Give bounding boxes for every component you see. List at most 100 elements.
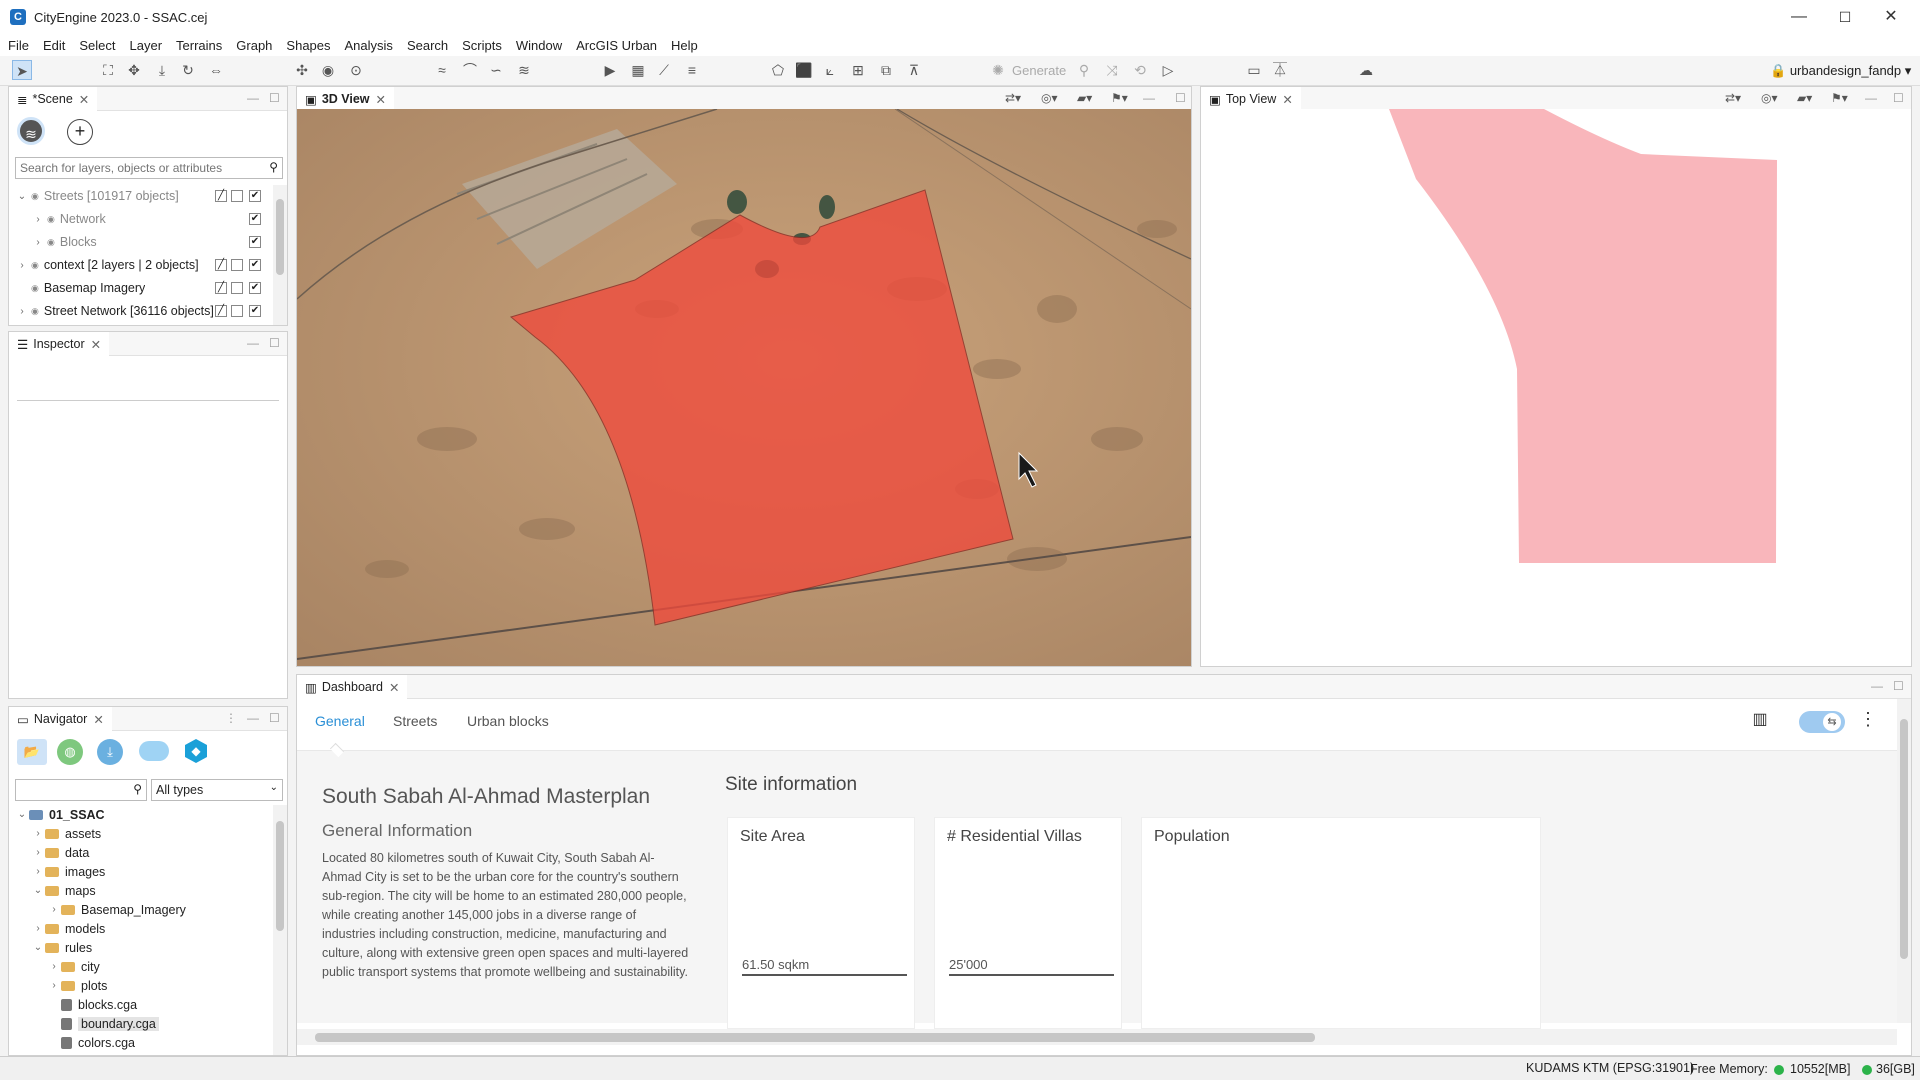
urban-download-icon[interactable]: ⤓ (97, 739, 123, 765)
menu-analysis[interactable]: Analysis (345, 38, 393, 53)
maximize-panel-icon[interactable]: ☐ (1893, 679, 1904, 693)
rotate-tool-icon[interactable]: ↻ (178, 60, 198, 80)
drop-tool-icon[interactable]: ⤓ (152, 60, 172, 80)
menu-terrains[interactable]: Terrains (176, 38, 222, 53)
minimize-panel-icon[interactable]: — (247, 91, 259, 105)
generate-button[interactable]: Generate (1012, 63, 1066, 78)
menu-arcgis-urban[interactable]: ArcGIS Urban (576, 38, 657, 53)
layer-search-input[interactable] (16, 158, 254, 178)
visibility-icon[interactable]: ◉ (47, 237, 55, 248)
maximize-panel-icon[interactable]: ☐ (1893, 91, 1904, 105)
tab-streets[interactable]: Streets (393, 713, 437, 729)
select-checkbox[interactable] (231, 259, 243, 271)
tab-inspector[interactable]: ☰ Inspector ✕ (9, 332, 110, 356)
layer-row[interactable]: › ◉ Street Network [36116 objects] (9, 300, 214, 322)
close-icon[interactable]: ✕ (376, 92, 386, 107)
crs-indicator[interactable]: KUDAMS KTM (EPSG:31901) (1526, 1061, 1694, 1075)
close-button[interactable]: ✕ (1868, 0, 1914, 34)
terrain-smooth-icon[interactable]: ∽ (486, 60, 506, 80)
menu-file[interactable]: File (8, 38, 29, 53)
folder-item[interactable]: › assets (9, 824, 101, 843)
shape-extrude-icon[interactable]: ⬛ (794, 60, 814, 80)
minimize-panel-icon[interactable]: — (247, 336, 259, 350)
visibility-checkbox[interactable]: ✔ (249, 259, 261, 271)
expand-chevron-icon[interactable]: › (31, 847, 45, 858)
zoom-tool-icon[interactable]: ⊙ (346, 60, 366, 80)
select-tool-icon[interactable]: ➤ (12, 60, 32, 80)
shape-edit-icon[interactable]: ⟀ (820, 60, 840, 80)
street-curve-icon[interactable]: ⟋ (654, 60, 674, 80)
add-chart-icon[interactable]: ▥ (1747, 709, 1773, 733)
folder-item[interactable]: › Basemap_Imagery (9, 900, 186, 919)
scale-tool-icon[interactable]: ⇔ (206, 60, 226, 80)
visibility-checkbox[interactable]: ✔ (249, 305, 261, 317)
layers-view-button[interactable]: ≋ (17, 117, 45, 145)
dashboard-horizontal-scrollbar[interactable] (297, 1029, 1897, 1045)
type-filter-select[interactable]: All types ⌄ (151, 779, 283, 801)
folder-item[interactable]: › images (9, 862, 105, 881)
menu-layer[interactable]: Layer (130, 38, 163, 53)
folder-item[interactable]: ⌄ maps (9, 881, 96, 900)
close-icon[interactable]: ✕ (93, 712, 103, 727)
globe-icon[interactable]: ◍ (57, 739, 83, 765)
folder-item[interactable]: › data (9, 843, 89, 862)
camera-menu-icon[interactable]: ⇄▾ (1005, 91, 1021, 105)
tab-dashboard[interactable]: ▥ Dashboard ✕ (297, 675, 408, 699)
cloud-icon[interactable] (139, 741, 169, 761)
layer-row[interactable]: › ◉ context [2 layers | 2 objects] (9, 254, 198, 276)
shape-offset-icon[interactable]: ⧉ (876, 60, 896, 80)
tab-3d-view[interactable]: ▣ 3D View ✕ (297, 87, 395, 111)
maximize-panel-icon[interactable]: ☐ (269, 711, 280, 725)
expand-chevron-icon[interactable]: ⌄ (31, 885, 45, 896)
folder-item[interactable]: ⌄ 01_SSAC (9, 805, 105, 824)
arcgis-hub-icon[interactable]: ◆ (185, 739, 207, 763)
expand-chevron-icon[interactable]: › (47, 904, 61, 915)
layer-row[interactable]: ◉ Basemap Imagery (9, 277, 145, 299)
expand-chevron-icon[interactable]: › (47, 980, 61, 991)
lock-checkbox[interactable]: ╱ (215, 190, 227, 202)
update-seed-icon[interactable]: ⟲ (1130, 60, 1150, 80)
close-icon[interactable]: ✕ (389, 680, 399, 695)
menu-select[interactable]: Select (79, 38, 115, 53)
move-tool-icon[interactable]: ✥ (124, 60, 144, 80)
tab-navigator[interactable]: ▭ Navigator ✕ (9, 707, 112, 731)
shape-subdivide-icon[interactable]: ⊞ (848, 60, 868, 80)
expand-chevron-icon[interactable]: ⌄ (15, 809, 29, 820)
menu-search[interactable]: Search (407, 38, 448, 53)
visibility-icon[interactable]: ◉ (31, 283, 39, 294)
display-options-icon[interactable]: ◎▾ (1761, 91, 1778, 105)
close-icon[interactable]: ✕ (1282, 92, 1292, 107)
visibility-icon[interactable]: ◉ (31, 191, 39, 202)
shape-align-icon[interactable]: ⊼ (904, 60, 924, 80)
tab-general[interactable]: General (315, 713, 365, 729)
pan-tool-icon[interactable]: ✣ (292, 60, 312, 80)
maximize-panel-icon[interactable]: ☐ (269, 91, 280, 105)
terrain-align-icon[interactable]: ≈ (432, 60, 452, 80)
expand-chevron-icon[interactable]: › (31, 828, 45, 839)
layer-row[interactable]: ⌄ ◉ Streets [101917 objects] (9, 185, 179, 207)
sync-toggle[interactable]: ⇆ (1799, 711, 1845, 733)
measure-icon[interactable]: ▭ (1244, 60, 1264, 80)
minimize-button[interactable]: — (1776, 0, 1822, 34)
file-item[interactable]: colors.cga (9, 1033, 135, 1052)
terrain-raise-icon[interactable]: ⌒ (460, 60, 480, 80)
render-options-icon[interactable]: ▰▾ (1077, 91, 1092, 105)
open-folder-icon[interactable]: 📂 (17, 739, 47, 765)
orbit-tool-icon[interactable]: ◉ (318, 60, 338, 80)
street-grid-icon[interactable]: ▦ (628, 60, 648, 80)
expand-chevron-icon[interactable]: › (15, 260, 29, 271)
minimize-panel-icon[interactable]: — (1871, 679, 1883, 693)
file-item[interactable]: boundary.cga (9, 1014, 159, 1033)
maximize-button[interactable]: ☐ (1822, 0, 1868, 34)
street-draw-icon[interactable]: ▶ (600, 60, 620, 80)
select-checkbox[interactable] (231, 282, 243, 294)
navigator-scrollbar[interactable] (273, 805, 287, 1055)
tab-top-view[interactable]: ▣ Top View ✕ (1201, 87, 1301, 111)
file-item[interactable]: blocks.cga (9, 995, 137, 1014)
expand-chevron-icon[interactable]: › (47, 961, 61, 972)
select-checkbox[interactable] (231, 190, 243, 202)
top-viewport[interactable] (1201, 109, 1911, 666)
menu-shapes[interactable]: Shapes (286, 38, 330, 53)
generate-icon[interactable]: ✺ (988, 60, 1008, 80)
visibility-checkbox[interactable]: ✔ (249, 282, 261, 294)
